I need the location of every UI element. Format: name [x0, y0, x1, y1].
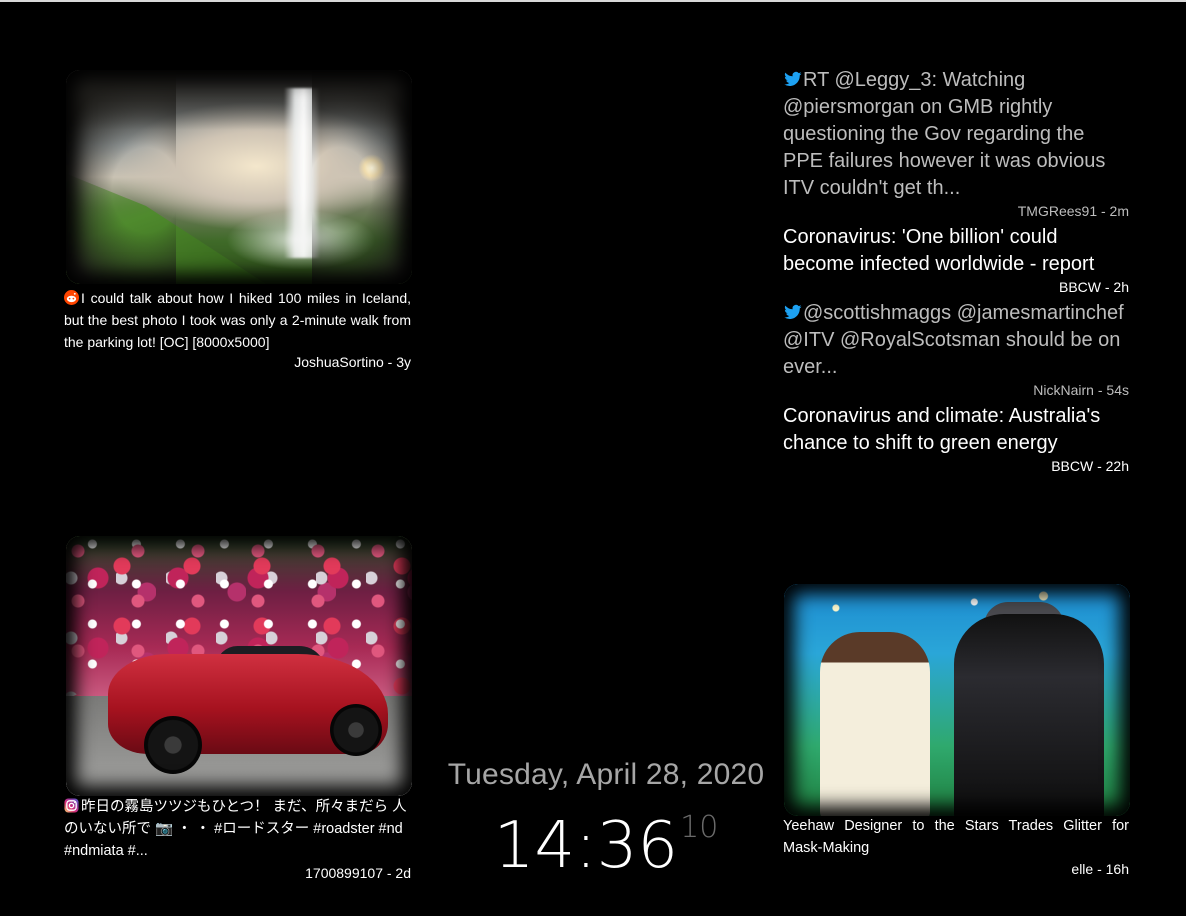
- twitter-icon: [784, 304, 802, 319]
- reddit-post-photo[interactable]: [66, 70, 412, 284]
- instagram-post-photo[interactable]: [66, 536, 412, 796]
- magic-mirror-screen: I could talk about how I hiked 100 miles…: [0, 0, 1186, 916]
- feed-item-3-meta: NickNairn - 54s: [1033, 382, 1129, 398]
- news-post-meta: elle - 16h: [1071, 861, 1129, 877]
- reddit-post-meta: JoshuaSortino - 3y: [294, 354, 411, 370]
- feed-item-2-text[interactable]: Coronavirus: 'One billion' could become …: [783, 224, 1129, 278]
- twitter-icon: [784, 71, 802, 86]
- feed-item-4-text[interactable]: Coronavirus and climate: Australia's cha…: [783, 403, 1129, 457]
- reddit-post-caption: I could talk about how I hiked 100 miles…: [64, 287, 411, 353]
- clock-seconds: 10: [680, 810, 719, 845]
- news-post-photo[interactable]: [784, 584, 1130, 816]
- feed-item-1-text[interactable]: RT @Leggy_3: Watching @piersmorgan on GM…: [783, 67, 1129, 202]
- instagram-post-caption: 昨日の霧島ツツジもひとつ！ まだ、所々まだら 人のいない所で 📷 ・ ・ #ロー…: [64, 796, 411, 862]
- clock-hours-minutes: 14:36: [493, 809, 679, 883]
- feed-item-4-meta: BBCW - 22h: [1051, 458, 1129, 474]
- clock-date: Tuesday, April 28, 2020: [447, 758, 765, 791]
- reddit-post-text: I could talk about how I hiked 100 miles…: [64, 290, 411, 350]
- feed-item-3-text[interactable]: @scottishmaggs @jamesmartinchef @ITV @Ro…: [783, 300, 1129, 381]
- instagram-post-meta: 1700899107 - 2d: [305, 865, 411, 881]
- clock-time: 14:3610: [436, 792, 776, 882]
- instagram-post-text: 昨日の霧島ツツジもひとつ！ まだ、所々まだら 人のいない所で 📷 ・ ・ #ロー…: [64, 799, 407, 859]
- reddit-icon: [64, 290, 79, 305]
- news-post-caption: Yeehaw Designer to the Stars Trades Glit…: [783, 818, 1129, 856]
- feed-item-1-meta: TMGRees91 - 2m: [1017, 203, 1129, 219]
- feed-item-2-meta: BBCW - 2h: [1058, 279, 1129, 295]
- instagram-icon: [64, 798, 79, 813]
